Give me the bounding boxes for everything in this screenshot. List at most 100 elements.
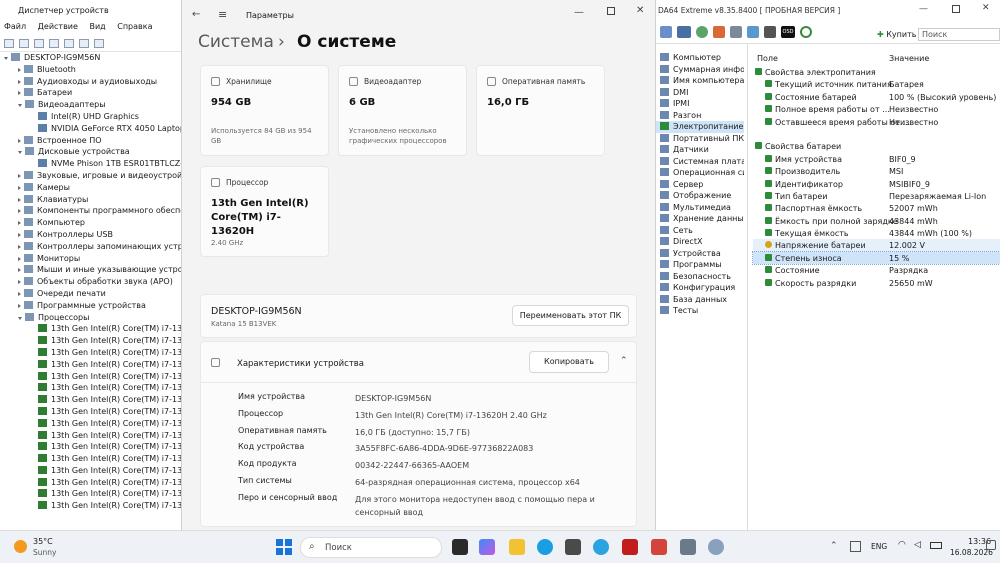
chevron-up-icon[interactable]: ⌃ [620,356,628,366]
property-row[interactable]: Тип батареи Перезаряжаемая Li-Ion [753,190,1000,202]
aida-tree-item[interactable]: Устройства [656,248,744,260]
device-item[interactable]: 13th Gen Intel(R) Core(TM) i7-13620H [0,347,182,359]
device-category[interactable]: Мониторы [0,253,182,265]
dm-menu-action[interactable]: Действие [38,22,78,31]
expand-arrow-icon[interactable] [18,151,22,155]
expand-arrow-icon[interactable] [18,244,21,249]
aida-tree-item[interactable]: Хранение данных [656,213,744,225]
gauge-icon[interactable] [800,26,812,38]
aida-tree-item[interactable]: Мультимедиа [656,202,744,214]
explorer-icon[interactable] [509,539,525,555]
expand-arrow-icon[interactable] [18,79,21,84]
property-row[interactable]: Скорость разрядки 25650 mW [753,277,1000,289]
store-icon[interactable] [565,539,581,555]
back-icon[interactable] [4,39,14,48]
aida-tree-item[interactable]: Разгон [656,110,744,122]
property-row[interactable]: Оставшееся время работы от ... Неизвестно [753,116,1000,128]
device-item[interactable]: 13th Gen Intel(R) Core(TM) i7-13620H [0,418,182,430]
back-arrow-icon[interactable]: ← [192,9,200,20]
maximize-icon[interactable] [607,7,615,15]
device-category[interactable]: Контроллеры USB [0,229,182,241]
battery-icon[interactable] [930,542,942,549]
language-indicator[interactable]: ENG [871,542,887,551]
property-row[interactable]: Производитель MSI [753,165,1000,177]
aida-tree-item[interactable]: Суммарная информ [656,64,744,76]
tree-root[interactable]: DESKTOP-IG9M56N [0,52,182,64]
property-row[interactable]: Степень износа 15 % [752,250,1000,266]
device-item[interactable]: 13th Gen Intel(R) Core(TM) i7-13620H [0,500,182,512]
device-item[interactable]: 13th Gen Intel(R) Core(TM) i7-13620H [0,335,182,347]
property-row[interactable]: Напряжение батареи 12.002 V [753,239,1000,252]
expand-arrow-icon[interactable] [18,185,21,190]
device-category[interactable]: Программные устройства [0,300,182,312]
weather-temp[interactable]: 35°C [33,537,53,546]
start-icon[interactable] [276,539,292,555]
scan-icon[interactable] [94,39,104,48]
cpu-card[interactable]: Процессор 13th Gen Intel(R) Core(TM) i7-… [200,166,329,257]
aida-tree-item[interactable]: Имя компьютера [656,75,744,87]
property-row[interactable]: Текущая ёмкость 43844 mWh (100 %) [753,227,1000,239]
expand-arrow-icon[interactable] [18,104,22,108]
forward-icon[interactable] [19,39,29,48]
dm-menu-view[interactable]: Вид [89,22,105,31]
expand-arrow-icon[interactable] [18,173,21,178]
property-group[interactable]: Свойства батареи [753,140,1000,152]
device-item[interactable]: 13th Gen Intel(R) Core(TM) i7-13620H [0,406,182,418]
aida-tree-item[interactable]: DirectX [656,236,744,248]
device-item[interactable]: 13th Gen Intel(R) Core(TM) i7-13620H [0,441,182,453]
property-row[interactable]: Состояние батарей 100 % (Высокий уровень) [753,91,1000,103]
help-icon[interactable] [49,39,59,48]
device-item[interactable]: 13th Gen Intel(R) Core(TM) i7-13620H [0,394,182,406]
aida64-app-icon[interactable] [622,539,638,555]
device-category[interactable]: Видеоадаптеры [0,99,182,111]
aida-tree-item[interactable]: Операционная систе [656,167,744,179]
device-item[interactable]: 13th Gen Intel(R) Core(TM) i7-13620H [0,453,182,465]
telegram-icon[interactable] [593,539,609,555]
device-category[interactable]: Встроенное ПО [0,135,182,147]
expand-arrow-icon[interactable] [18,268,21,273]
device-item[interactable]: Intel(R) UHD Graphics [0,111,182,123]
device-item[interactable]: 13th Gen Intel(R) Core(TM) i7-13620H [0,323,182,335]
device-category[interactable]: Дисковые устройства [0,146,182,158]
expand-arrow-icon[interactable] [18,221,21,226]
device-category[interactable]: Компьютер [0,217,182,229]
chevron-up-icon[interactable]: ⌃ [830,541,838,551]
notification-icon[interactable] [986,540,996,550]
device-item[interactable]: 13th Gen Intel(R) Core(TM) i7-13620H [0,382,182,394]
tray-app-icon[interactable] [850,541,861,552]
expand-arrow-icon[interactable] [18,316,22,320]
device-category[interactable]: Очереди печати [0,288,182,300]
device-item[interactable]: 13th Gen Intel(R) Core(TM) i7-13620H [0,488,182,500]
properties-icon[interactable] [64,39,74,48]
device-category[interactable]: Звуковые, игровые и видеоустройства [0,170,182,182]
property-row[interactable]: Идентификатор MSIBIF0_9 [753,178,1000,190]
device-category[interactable]: Аудиовходы и аудиовыходы [0,76,182,88]
expand-arrow-icon[interactable] [4,57,8,60]
buy-button[interactable]: ✚ Купить [877,30,916,39]
property-row[interactable]: Паспортная ёмкость 52007 mWh [753,202,1000,214]
copy-button[interactable]: Копировать [529,351,609,373]
aida-tree-item[interactable]: База данных [656,294,744,306]
device-category[interactable]: Объекты обработки звука (APO) [0,276,182,288]
device-item[interactable]: 13th Gen Intel(R) Core(TM) i7-13620H [0,430,182,442]
aida-tree-item[interactable]: Системная плата [656,156,744,168]
maximize-icon[interactable] [952,5,960,13]
refresh-icon[interactable] [79,39,89,48]
dm-menu-help[interactable]: Справка [117,22,152,31]
property-row[interactable]: Текущий источник питания Батарея [753,78,1000,90]
tree-view-icon[interactable] [34,39,44,48]
volume-icon[interactable]: ◁ [914,540,921,550]
tools-icon[interactable] [747,26,759,38]
minimize-icon[interactable]: — [919,4,928,14]
aida-tree-item[interactable]: Портативный ПК [656,133,744,145]
copilot-icon[interactable] [479,539,495,555]
osd-icon[interactable]: OSD [781,26,795,38]
device-item[interactable]: 13th Gen Intel(R) Core(TM) i7-13620H [0,477,182,489]
aida-tree-item[interactable]: Тесты [656,305,744,317]
property-row[interactable]: Состояние Разрядка [753,264,1000,276]
col-header-value[interactable]: Значение [889,54,929,63]
device-manager-app-icon[interactable] [680,539,696,555]
device-item[interactable]: NVIDIA GeForce RTX 4050 Laptop GPU [0,123,182,135]
device-item[interactable]: 13th Gen Intel(R) Core(TM) i7-13620H [0,465,182,477]
task-view-icon[interactable] [452,539,468,555]
